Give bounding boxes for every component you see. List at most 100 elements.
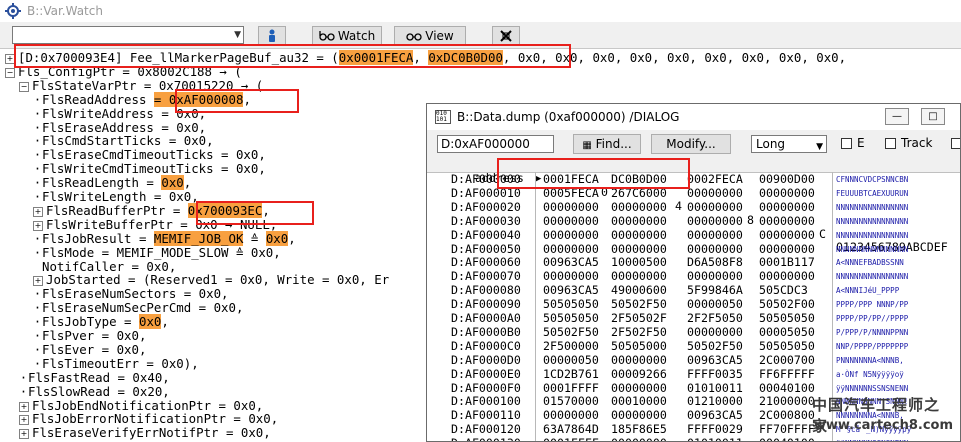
dump-word[interactable]: 00040100 — [759, 436, 815, 441]
tree-row[interactable]: ·FlsReadLength = 0x0, — [33, 175, 191, 191]
dump-row[interactable]: D:AF000020 00000000 00000000 00000000 000000… — [427, 200, 960, 215]
dump-word[interactable]: 50502F50 — [543, 325, 599, 340]
tree-row[interactable]: ·FlsMode = MEMIF_MODE_SLOW ≙ 0x0, — [33, 245, 281, 260]
dump-word[interactable]: 00963CA5 — [543, 255, 599, 270]
dump-word[interactable]: 00000000 — [543, 242, 599, 257]
dump-word[interactable]: 00000000 — [759, 186, 815, 201]
dump-word[interactable]: 00000000 — [611, 200, 667, 215]
collapse-icon[interactable]: − — [5, 67, 15, 78]
dump-row[interactable]: D:AF0000E0 1CD2B761 00009266 FFFF0035 FF6FFF… — [427, 367, 960, 382]
dump-word[interactable]: 00040100 — [759, 381, 815, 396]
dump-word[interactable]: 01210000 — [687, 394, 743, 409]
dump-word[interactable]: 00000000 — [759, 200, 815, 215]
format-select[interactable]: Long ▼ — [751, 135, 827, 153]
dump-row[interactable]: D:AF0000D0 00000050 00000000 00963CA5 2C0007… — [427, 353, 960, 368]
view-button[interactable]: View — [394, 26, 466, 45]
dump-word[interactable]: 2F50502F — [611, 311, 667, 326]
tree-row[interactable]: ·FlsEraseNumSecPerCmd = 0x0, — [33, 301, 244, 315]
dump-word[interactable]: 00963CA5 — [687, 408, 743, 423]
dump-word[interactable]: 00963CA5 — [687, 353, 743, 368]
tree-row[interactable]: ·FlsSlowRead = 0x20, — [19, 384, 170, 399]
tree-row[interactable]: ·FlsTimeoutErr = 0x0), — [33, 356, 199, 371]
tree-row[interactable]: ·FlsEraseNumSectors = 0x0, — [33, 287, 229, 301]
dump-word[interactable]: FFFF0035 — [687, 367, 743, 382]
dump-word[interactable]: 50505000 — [611, 339, 667, 354]
tree-row[interactable]: ·FlsCmdStartTicks = 0x0, — [33, 134, 214, 148]
dump-word[interactable]: 00000000 — [543, 200, 599, 215]
dump-row[interactable]: D:AF0000B0 50502F50 2F502F50 00000000 000050… — [427, 325, 960, 340]
tree-row[interactable]: + JobStarted = (Reserved1 = 0x0, Write = … — [33, 273, 389, 287]
dump-word[interactable]: 50502F50 — [687, 339, 743, 354]
expand-icon[interactable]: + — [33, 276, 43, 287]
dump-word[interactable]: 0002FECA — [687, 172, 743, 187]
dump-word[interactable]: 00000000 — [759, 228, 815, 243]
dump-word[interactable]: 10000500 — [611, 255, 667, 270]
dump-row[interactable]: D:AF000070 00000000 00000000 00000000 000000… — [427, 269, 960, 284]
dump-word[interactable]: 00000000 — [759, 269, 815, 284]
maximize-button[interactable]: □ — [921, 108, 945, 125]
tree-row[interactable]: ·FlsEraseAddress = 0x0, — [33, 120, 206, 135]
find-button[interactable]: ▦ Find... — [573, 134, 641, 154]
dump-word[interactable]: 49000600 — [611, 283, 667, 298]
info-button[interactable] — [258, 26, 286, 45]
dump-word[interactable]: 2F2F5050 — [687, 311, 743, 326]
dump-word[interactable]: FF6FFFFF — [759, 367, 815, 382]
dump-word[interactable]: 00000000 — [611, 228, 667, 243]
dump-word[interactable]: 00000000 — [611, 242, 667, 257]
dump-row[interactable]: D:AF000060 00963CA5 10000500 D6A508F8 0001B1… — [427, 255, 960, 270]
dump-word[interactable]: 00000000 — [611, 436, 667, 441]
tree-row[interactable]: ·FlsEver = 0x0, — [33, 342, 147, 357]
dump-word[interactable]: 00000000 — [687, 269, 743, 284]
modify-button[interactable]: Modify... — [651, 134, 731, 154]
tree-row[interactable]: ·FlsWriteCmdTimeoutTicks = 0x0, — [33, 162, 266, 176]
dump-word[interactable]: 00000050 — [543, 353, 599, 368]
dump-word[interactable]: 00900D00 — [759, 172, 815, 187]
dump-word[interactable]: 0001B117 — [759, 255, 815, 270]
tree-row[interactable]: ·FlsJobType = 0x0, — [33, 314, 169, 330]
dump-word[interactable]: 00000000 — [611, 353, 667, 368]
dump-word[interactable]: 00000000 — [543, 408, 599, 423]
dump-word[interactable]: 2F500000 — [543, 339, 599, 354]
address-input[interactable]: D:0xAF000000 — [437, 135, 554, 153]
checkbox-e[interactable] — [841, 138, 852, 149]
dump-word[interactable]: 00000000 — [611, 269, 667, 284]
tree-row[interactable]: ·FlsJobResult = MEMIF_JOB_OK ≙ 0x0, — [33, 230, 296, 246]
dump-word[interactable]: 50502F00 — [759, 297, 815, 312]
expression-combo[interactable]: ▼ — [12, 26, 244, 44]
tree-row[interactable]: NotifCaller = 0x0, — [33, 259, 176, 274]
dump-row[interactable]: D:AF000080 00963CA5 49000600 5F99846A 505CDC… — [427, 283, 960, 298]
dump-word[interactable]: 63A7864D — [543, 422, 599, 437]
dump-word[interactable]: 00000000 — [611, 381, 667, 396]
dump-word[interactable]: 50505050 — [759, 339, 815, 354]
dump-word[interactable]: 00000000 — [543, 269, 599, 284]
dump-word[interactable]: 01010011 — [687, 436, 743, 441]
dump-word[interactable]: 50505050 — [759, 311, 815, 326]
dump-word[interactable]: 0001FFFF — [543, 436, 599, 441]
delete-button[interactable] — [492, 26, 520, 45]
dump-row[interactable]: D:AF000090 50505050 50502F50 00000050 50502F… — [427, 297, 960, 312]
tree-row[interactable]: ·FlsFastRead = 0x40, — [19, 370, 170, 385]
dump-word[interactable]: 01570000 — [543, 394, 599, 409]
dump-word[interactable]: 00000000 — [543, 228, 599, 243]
expand-icon[interactable]: + — [19, 401, 29, 412]
dump-row[interactable]: D:AF0000A0 50505050 2F50502F 2F2F5050 505050… — [427, 311, 960, 326]
dump-word[interactable]: 2C000800 — [759, 408, 815, 423]
expand-icon[interactable]: + — [33, 206, 43, 217]
dump-word[interactable]: 00000000 — [611, 408, 667, 423]
dump-word[interactable]: 1CD2B761 — [543, 367, 599, 382]
tree-row[interactable]: ·FlsPver = 0x0, — [33, 329, 147, 343]
tree-row[interactable]: ·FlsEraseCmdTimeoutTicks = 0x0, — [33, 148, 266, 162]
dump-word[interactable]: 00000050 — [687, 297, 743, 312]
dump-word[interactable]: 0001FFFF — [543, 381, 599, 396]
chevron-down-icon[interactable]: ▼ — [234, 30, 241, 40]
watch-button[interactable]: Watch — [312, 26, 382, 45]
checkbox-extra[interactable] — [951, 138, 960, 149]
dump-word[interactable]: 00000000 — [687, 325, 743, 340]
dump-word[interactable]: 00000000 — [611, 214, 667, 229]
dump-word[interactable]: 2C000700 — [759, 353, 815, 368]
dump-word[interactable]: 00010000 — [611, 394, 667, 409]
dump-word[interactable]: 00000000 — [687, 214, 743, 229]
dump-word[interactable]: 5F99846A — [687, 283, 743, 298]
dump-word[interactable]: 50505050 — [543, 297, 599, 312]
minimize-button[interactable]: — — [885, 108, 909, 125]
